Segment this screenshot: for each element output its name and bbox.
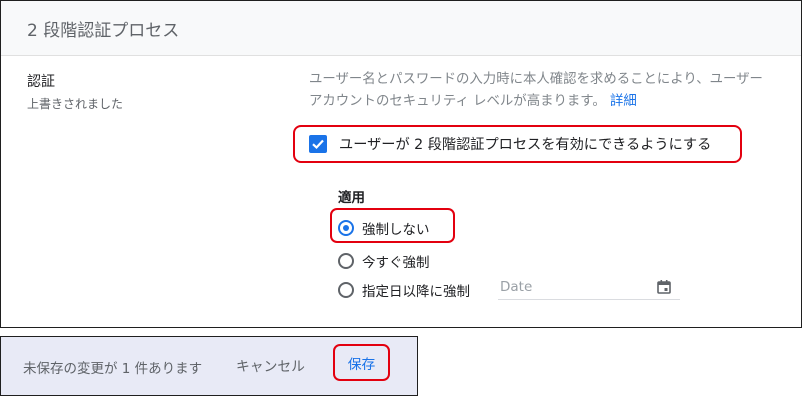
setting-description: ユーザー名とパスワードの入力時に本人確認を求めることにより、ユーザー アカウント… xyxy=(309,69,779,113)
enforcement-title: 適用 xyxy=(338,190,365,206)
setting-label: 認証 xyxy=(27,74,55,90)
settings-panel: 2 段階認証プロセス 認証 上書きされました ユーザー名とパスワードの入力時に本… xyxy=(0,0,802,328)
section-header: 2 段階認証プロセス xyxy=(1,1,801,56)
radio-label-enforce-from-date: 指定日以降に強制 xyxy=(362,284,470,300)
date-field[interactable] xyxy=(498,274,680,300)
allow-2sv-label: ユーザーが 2 段階認証プロセスを有効にできるようにする xyxy=(339,137,712,153)
learn-more-link[interactable]: 詳細 xyxy=(610,94,637,109)
section-title: 2 段階認証プロセス xyxy=(27,20,180,41)
radio-label-no-enforce: 強制しない xyxy=(362,222,430,238)
radio-label-enforce-now: 今すぐ強制 xyxy=(362,255,430,271)
cancel-button[interactable]: キャンセル xyxy=(236,355,305,375)
radio-row-enforce-now[interactable]: 今すぐ強制 xyxy=(338,251,430,271)
allow-2sv-checkbox-row[interactable]: ユーザーが 2 段階認証プロセスを有効にできるようにする xyxy=(293,125,742,163)
date-input[interactable] xyxy=(498,278,640,295)
radio-no-enforce[interactable] xyxy=(338,220,354,236)
unsaved-changes-text: 未保存の変更が 1 件あります xyxy=(23,361,203,377)
override-status: 上書きされました xyxy=(27,97,124,111)
radio-enforce-now[interactable] xyxy=(338,253,354,269)
radio-row-enforce-from-date[interactable]: 指定日以降に強制 xyxy=(338,280,470,300)
radio-enforce-from-date[interactable] xyxy=(338,282,354,298)
check-icon xyxy=(312,139,324,150)
save-button[interactable]: 保存 xyxy=(333,344,390,381)
calendar-icon[interactable] xyxy=(656,279,672,295)
description-text: ユーザー名とパスワードの入力時に本人確認を求めることにより、ユーザー アカウント… xyxy=(309,72,763,109)
allow-2sv-checkbox[interactable] xyxy=(309,135,327,153)
radio-row-no-enforce[interactable]: 強制しない xyxy=(338,218,430,238)
